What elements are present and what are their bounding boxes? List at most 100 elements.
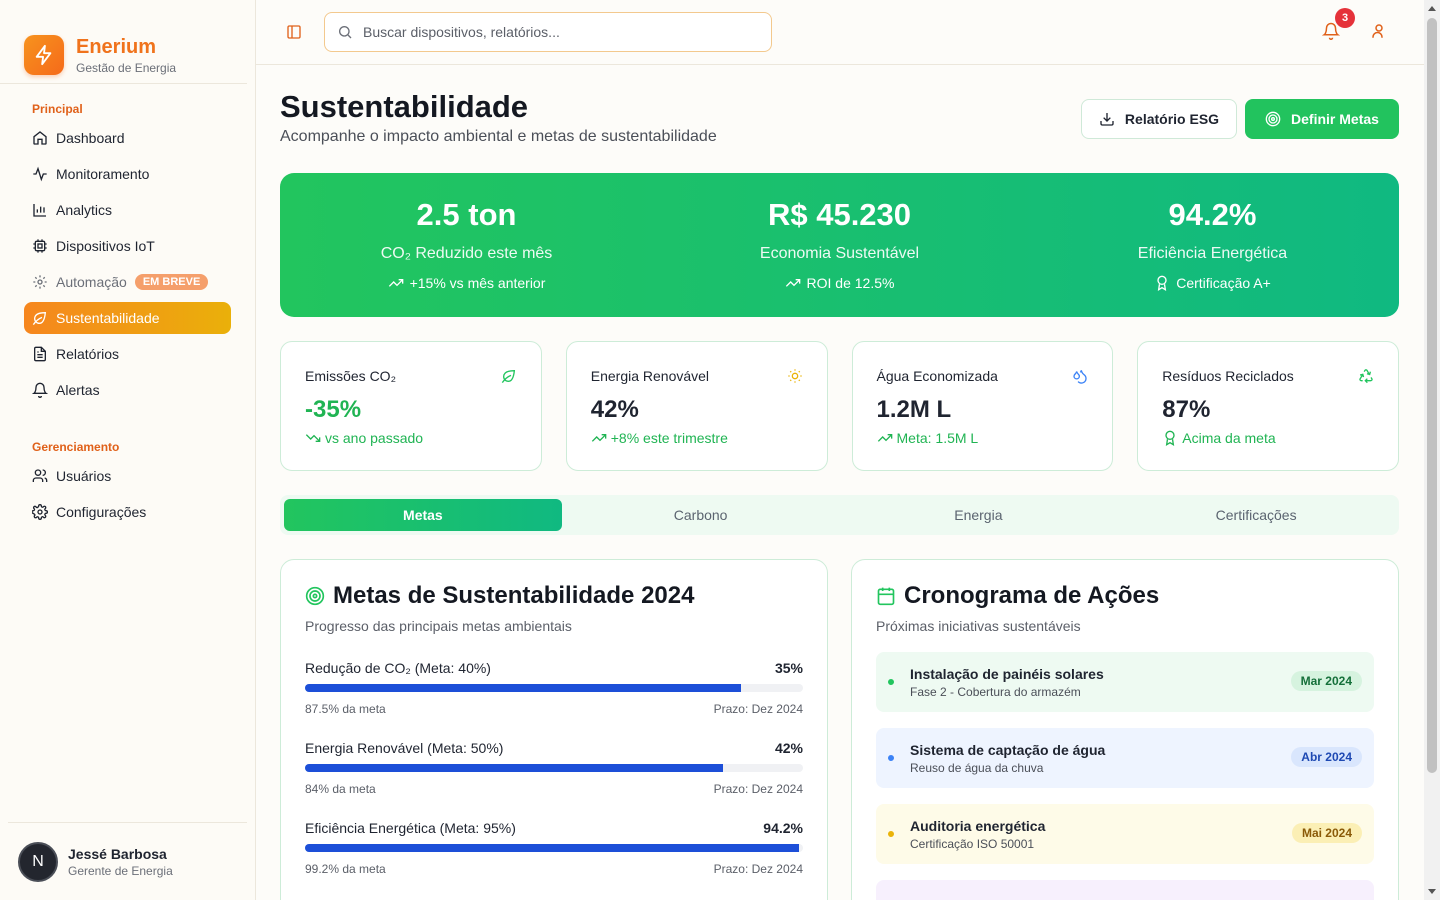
award-icon xyxy=(1157,275,1167,291)
action-item[interactable]: Instalação de painéis solares Fase 2 - C… xyxy=(876,652,1374,712)
goal-label: Eficiência Energética (Meta: 95%) xyxy=(305,820,516,836)
actions-panel-subtitle: Próximas iniciativas sustentáveis xyxy=(876,618,1081,634)
sidebar-item-usuarios[interactable]: Usuários xyxy=(24,460,231,492)
goal-deadline: Prazo: Dez 2024 xyxy=(713,782,803,796)
user-role: Gerente de Energia xyxy=(68,863,173,878)
actions-panel-title-text: Cronograma de Ações xyxy=(904,582,1160,609)
sidebar-item-dispositivos-iot[interactable]: Dispositivos IoT xyxy=(24,230,231,262)
coming-soon-badge: EM BREVE xyxy=(134,274,209,290)
metric-card-water: Água Economizada 1.2M L Meta: 1.5M L xyxy=(851,341,1114,471)
hero-label: CO₂ Reduzido este mês xyxy=(380,245,553,262)
action-title: Auditoria energética xyxy=(910,817,1046,834)
leaf-icon xyxy=(501,369,515,384)
hero-note-text: Certificação A+ xyxy=(1176,275,1271,291)
bell-icon xyxy=(32,382,48,398)
sidebar-item-label: Monitoramento xyxy=(56,166,150,182)
sidebar: Enerium Gestão de Energia Principal Dash… xyxy=(0,0,256,900)
trending-up-icon xyxy=(388,279,403,287)
calendar-icon xyxy=(877,587,895,606)
goals-panel-title-text: Metas de Sustentabilidade 2024 xyxy=(333,582,695,609)
tab-energia[interactable]: Energia xyxy=(840,499,1118,531)
goal-value: 42% xyxy=(774,740,803,756)
sustainability-tabs: Metas Carbono Energia Certificações xyxy=(280,495,1399,535)
page-scrollbar[interactable] xyxy=(1424,0,1440,900)
trending-up-icon xyxy=(591,434,607,442)
sidebar-item-label: Analytics xyxy=(56,202,113,218)
status-dot xyxy=(888,831,894,837)
hero-value: 94.2% xyxy=(1168,197,1257,232)
sidebar-item-monitoramento[interactable]: Monitoramento xyxy=(24,158,231,190)
recycle-icon xyxy=(1359,369,1373,384)
brand-name: Enerium xyxy=(76,35,157,58)
tab-certificacoes[interactable]: Certificações xyxy=(1117,499,1395,531)
sidebar-item-label: Dispositivos IoT xyxy=(56,238,155,254)
action-item[interactable]: Sistema de captação de água Reuso de águ… xyxy=(876,728,1374,788)
search-input[interactable] xyxy=(363,24,743,40)
sidebar-toggle-icon[interactable] xyxy=(286,24,302,40)
card-value: 1.2M L xyxy=(876,396,952,423)
sidebar-item-label: Automação xyxy=(56,274,127,290)
gear-icon xyxy=(33,275,47,289)
card-note-text: +8% este trimestre xyxy=(610,430,728,446)
actions-panel: Cronograma de Ações Próximas iniciativas… xyxy=(851,559,1399,900)
sun-icon xyxy=(787,369,802,383)
main-content: Sustentabilidade Acompanhe o impacto amb… xyxy=(280,65,1399,900)
sidebar-item-dashboard[interactable]: Dashboard xyxy=(24,122,231,154)
bar-chart-icon xyxy=(33,204,46,217)
file-text-icon xyxy=(34,346,46,362)
card-value: -35% xyxy=(305,396,362,423)
sidebar-item-label: Dashboard xyxy=(56,130,125,146)
status-dot xyxy=(888,755,894,761)
hero-note: +15% vs mês anterior xyxy=(280,275,653,291)
scroll-down-arrow[interactable] xyxy=(1428,889,1436,894)
users-icon xyxy=(32,469,48,482)
goal-item: Redução de CO₂ (Meta: 40%) 35% 87.5% da … xyxy=(305,660,803,716)
set-goals-button-label: Definir Metas xyxy=(1291,111,1379,127)
award-icon xyxy=(1165,430,1175,446)
card-title: Água Economizada xyxy=(876,368,998,384)
goal-value: 94.2% xyxy=(763,820,803,836)
tab-metas[interactable]: Metas xyxy=(284,499,562,531)
card-title: Energia Renovável xyxy=(590,368,710,384)
goal-meta: 99.2% da meta xyxy=(305,862,386,876)
action-date-badge: Mar 2024 xyxy=(1290,671,1362,691)
action-title: Instalação de painéis solares xyxy=(910,665,1104,682)
sidebar-item-alertas[interactable]: Alertas xyxy=(24,374,231,406)
goal-item: Energia Renovável (Meta: 50%) 42% 84% da… xyxy=(305,740,803,796)
scroll-up-arrow[interactable] xyxy=(1428,6,1436,11)
sidebar-item-automacao[interactable]: Automação EM BREVE xyxy=(24,266,231,298)
set-goals-button[interactable]: Definir Metas xyxy=(1245,99,1399,139)
user-profile[interactable]: N Jessé Barbosa Gerente de Energia xyxy=(8,822,247,900)
search-icon xyxy=(339,26,352,39)
trending-up-icon xyxy=(785,279,800,287)
goals-panel: Metas de Sustentabilidade 2024 Progresso… xyxy=(280,559,828,900)
search-bar[interactable] xyxy=(324,12,772,52)
hero-stat: 94.2% Eficiência Energética Certificação… xyxy=(1026,173,1399,317)
hero-label: Economia Sustentável xyxy=(759,245,920,262)
user-menu-icon[interactable] xyxy=(1370,22,1388,40)
goal-deadline: Prazo: Dez 2024 xyxy=(713,702,803,716)
metric-card-waste: Resíduos Reciclados 87% Acima da meta xyxy=(1137,341,1399,471)
sidebar-item-configuracoes[interactable]: Configurações xyxy=(24,496,231,528)
sidebar-item-label: Alertas xyxy=(56,382,100,398)
goal-label: Redução de CO₂ (Meta: 40%) xyxy=(305,660,491,676)
sidebar-item-sustentabilidade[interactable]: Sustentabilidade xyxy=(24,302,231,334)
tab-carbono[interactable]: Carbono xyxy=(562,499,840,531)
goal-progress-bar xyxy=(305,844,803,852)
scroll-thumb[interactable] xyxy=(1427,18,1437,773)
page-subtitle: Acompanhe o impacto ambiental e metas de… xyxy=(280,128,717,145)
sidebar-item-label: Configurações xyxy=(56,504,147,520)
goal-progress-fill xyxy=(305,684,741,692)
goal-progress-bar xyxy=(305,684,803,692)
metric-card-renewable: Energia Renovável 42% +8% este trimestre xyxy=(565,341,828,471)
action-item-partial[interactable] xyxy=(876,880,1374,900)
sidebar-item-analytics[interactable]: Analytics xyxy=(24,194,231,226)
status-dot xyxy=(888,679,894,685)
sidebar-item-relatorios[interactable]: Relatórios xyxy=(24,338,231,370)
goal-deadline: Prazo: Dez 2024 xyxy=(713,862,803,876)
card-note-text: vs ano passado xyxy=(325,430,424,446)
action-item[interactable]: Auditoria energética Certificação ISO 50… xyxy=(876,804,1374,864)
goal-progress-bar xyxy=(305,764,803,772)
brand[interactable]: Enerium Gestão de Energia xyxy=(0,0,247,84)
esg-report-button[interactable]: Relatório ESG xyxy=(1081,99,1237,139)
